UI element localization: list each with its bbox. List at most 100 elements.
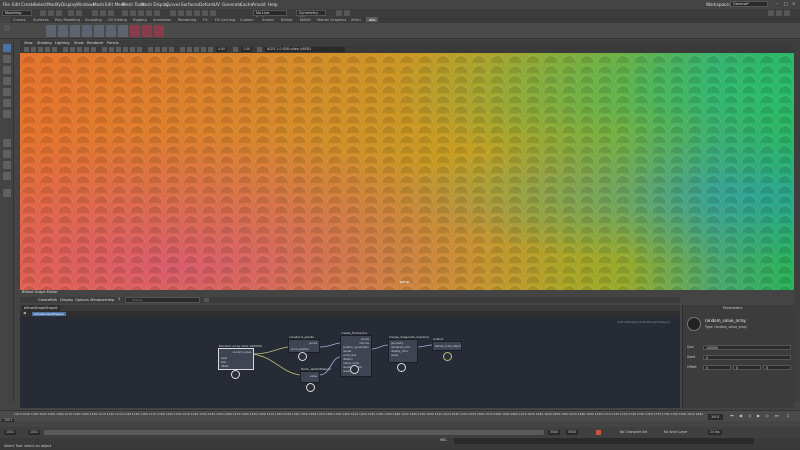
camera-attributes-icon[interactable] (24, 47, 29, 52)
port-point-position[interactable]: point_position (291, 348, 309, 351)
param-size-field[interactable]: 100000 (703, 345, 791, 350)
start-time-field[interactable]: 1001 (4, 430, 17, 435)
param-offset-z[interactable]: 0 (763, 365, 791, 370)
menu-curves[interactable]: Curves (166, 2, 181, 7)
viewport-menu-lighting[interactable]: Lighting (55, 41, 70, 45)
attribute-editor-icon[interactable] (344, 10, 350, 16)
port-volume[interactable]: volume (359, 342, 369, 345)
shelf-tab-bifrost[interactable]: Bifrost (281, 18, 293, 22)
auto-key-icon[interactable] (596, 430, 601, 435)
shelf-tab-xgen[interactable]: XGen (351, 18, 361, 22)
play-forward-icon[interactable]: ▶ (757, 414, 760, 418)
port-size[interactable]: size (221, 361, 226, 364)
port-voxel-size[interactable]: voxel_size (343, 354, 356, 357)
symmetry-dropdown[interactable]: Symmetry: Off (296, 10, 326, 20)
select-hierarchy-icon[interactable] (92, 10, 98, 16)
select-tool-icon[interactable] (3, 44, 11, 52)
range-bar[interactable] (44, 430, 544, 435)
shelf-tab-arnold[interactable]: Arnold (262, 18, 274, 22)
sound-icon[interactable]: ♫ (786, 414, 790, 418)
viewport-menu-shading[interactable]: Shading (37, 41, 52, 45)
viewport-menu-panels[interactable]: Panels (107, 41, 119, 45)
view-transform-dropdown[interactable]: ACES 1.0 SDR-video (sRGB) (265, 47, 345, 52)
shelf-tab-rigging[interactable]: Rigging (133, 18, 147, 22)
new-scene-icon[interactable] (40, 10, 46, 16)
bifrost-search-input[interactable]: Search... (125, 297, 200, 303)
menu-display[interactable]: Display (61, 2, 76, 7)
hypershade-icon[interactable] (210, 10, 216, 16)
perspective-viewport[interactable]: persp (20, 53, 794, 290)
side-panel-strip[interactable] (794, 40, 800, 402)
two-d-pan-icon[interactable] (45, 47, 50, 52)
snap-live-icon[interactable] (154, 10, 160, 16)
graph-settings-icon[interactable] (204, 298, 209, 302)
anim-layer-dropdown[interactable]: No Anim Layer (664, 430, 687, 435)
snap-point-icon[interactable] (138, 10, 144, 16)
motion-blur-icon[interactable] (155, 47, 160, 52)
snap-curve-icon[interactable] (130, 10, 136, 16)
shelf-tab-fx[interactable]: FX (203, 18, 208, 22)
smooth-shade-icon[interactable] (109, 47, 114, 52)
lasso-tool-icon[interactable] (3, 55, 11, 63)
shelf-script-icon-8[interactable] (130, 25, 140, 37)
workspace-dropdown[interactable]: General* (730, 1, 768, 7)
shadows-icon[interactable] (137, 47, 142, 52)
shelf-script-icon-9[interactable] (142, 25, 152, 37)
play-back-icon[interactable]: ◁ (748, 414, 751, 418)
bifrost-menu-windows[interactable]: Windows (90, 298, 106, 302)
menu-help[interactable]: Help (268, 2, 278, 7)
node-merge[interactable]: merge_dragoncls_mesh(n) geometry rendere… (388, 335, 429, 363)
shelf-tab-alip[interactable]: alip (366, 17, 379, 22)
image-plane-icon[interactable] (38, 47, 43, 52)
field-chart-icon[interactable] (91, 47, 96, 52)
shelf-tab-sculpting[interactable]: Sculpting (85, 18, 102, 22)
node-random-array-terminal-icon[interactable] (231, 370, 240, 379)
textured-icon[interactable] (123, 47, 128, 52)
bifrost-menu-help[interactable]: Help (106, 298, 114, 302)
shelf-tab-surfaces[interactable]: Surfaces (33, 18, 49, 22)
persp-outliner-layout-icon[interactable] (3, 161, 11, 169)
menu-mesh-display[interactable]: Mesh Display (141, 2, 169, 7)
viewport-menu-renderer[interactable]: Renderer (87, 41, 103, 45)
grid-icon[interactable] (63, 47, 68, 52)
viewport-menu-show[interactable]: Show (74, 41, 84, 45)
snap-grid-icon[interactable] (122, 10, 128, 16)
time-slider[interactable]: 1010 1020 1030 1040 1050 1060 1070 1080 1090 1100… (0, 410, 800, 421)
exposure-icon[interactable] (208, 47, 213, 52)
shelf-script-icon-7[interactable] (118, 25, 128, 37)
render-view-icon[interactable] (178, 10, 184, 16)
node-turbulence[interactable]: Turbu_lemD/Shape1 value (300, 367, 331, 383)
port-merge-geometry[interactable]: geometry (391, 342, 404, 345)
menu-mesh[interactable]: Mesh (93, 2, 104, 7)
shelf-tab-motion-graphics[interactable]: Motion Graphics (317, 18, 346, 22)
four-view-layout-icon[interactable] (3, 150, 11, 158)
shelf-script-icon-4[interactable] (82, 25, 92, 37)
bifrost-menu-edit[interactable]: Edit (50, 298, 57, 302)
go-to-end-icon[interactable]: ⏭ (775, 414, 779, 418)
shelf-tab-uv-editing[interactable]: UV Editing (108, 18, 127, 22)
outliner-icon[interactable] (3, 172, 11, 180)
gamma-icon[interactable] (233, 47, 238, 52)
shelf-tab-curves[interactable]: Curves (13, 18, 25, 22)
current-frame-field[interactable]: 1001 (708, 414, 723, 420)
breadcrumb-item[interactable]: bifrostGraphShape1 (32, 312, 67, 316)
node-create-volume-terminal-icon[interactable] (350, 365, 359, 374)
bookmarks-icon[interactable] (31, 47, 36, 52)
shelf-script-icon-3[interactable] (70, 25, 80, 37)
anti-aliasing-icon[interactable] (162, 47, 167, 52)
node-construct-points-terminal-icon[interactable] (298, 352, 307, 361)
port-volume-points[interactable]: points (361, 338, 369, 341)
shelf-script-icon-1[interactable] (46, 25, 56, 37)
last-tool-icon[interactable] (3, 110, 11, 118)
menu-create[interactable]: Create (21, 2, 35, 7)
viewport-menu-view[interactable]: View (24, 41, 33, 45)
bifrost-graph-canvas[interactable]: /bifrostGraph1/bifrostGraphShape1 Random… (20, 317, 680, 408)
shelf-script-icon-5[interactable] (94, 25, 104, 37)
shelf-tab-rendering[interactable]: Rendering (178, 18, 196, 22)
port-points[interactable]: points (309, 342, 317, 345)
port-render[interactable]: render (343, 350, 352, 353)
go-to-start-icon[interactable]: ⏮ (730, 414, 734, 418)
color-management-icon[interactable] (257, 47, 262, 52)
ipr-render-icon[interactable] (194, 10, 200, 16)
node-output-terminal-icon[interactable] (443, 352, 452, 361)
